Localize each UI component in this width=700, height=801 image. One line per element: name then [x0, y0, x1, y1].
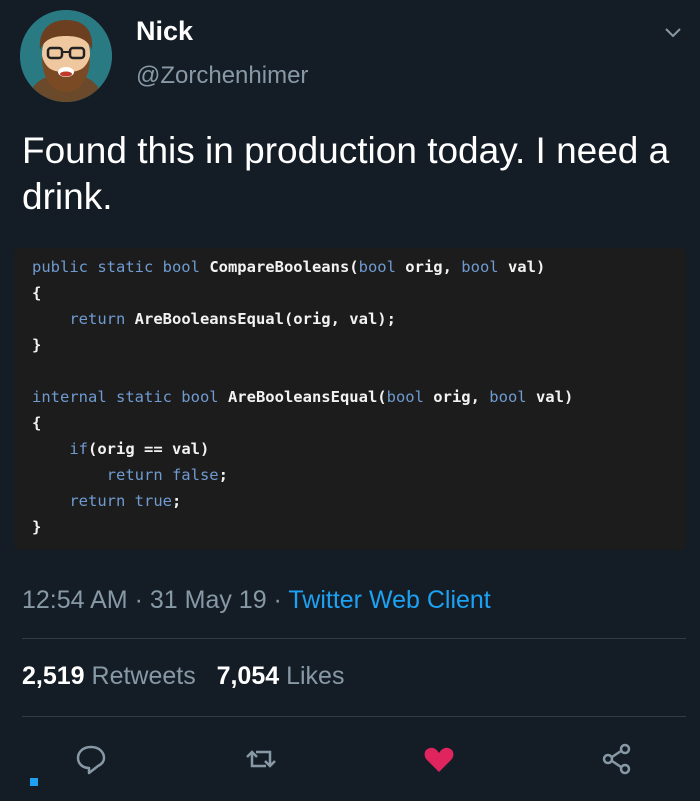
code-token: {	[32, 284, 42, 302]
likes-label: Likes	[286, 662, 345, 690]
avatar[interactable]	[20, 10, 112, 102]
code-token: val)	[535, 388, 574, 406]
retweet-icon[interactable]	[244, 742, 278, 776]
code-token: }	[32, 518, 42, 536]
tweet-time[interactable]: 12:54 AM	[22, 586, 128, 614]
author-handle[interactable]: @Zorchenhimer	[136, 62, 308, 90]
cartoon-bearded-man-avatar-icon	[20, 10, 112, 102]
tweet-stats: 2,519 Retweets 7,054 Likes	[22, 662, 344, 691]
status-indicator	[30, 778, 38, 786]
tweet-meta: 12:54 AM · 31 May 19 · Twitter Web Clien…	[22, 586, 491, 615]
code-token: ;	[218, 466, 228, 484]
tweet-text: Found this in production today. I need a…	[22, 130, 670, 217]
code-token: ;	[171, 492, 182, 510]
code-token: return	[69, 310, 135, 328]
code-screenshot: public static bool CompareBooleans(bool …	[14, 248, 686, 550]
tweet-date[interactable]: 31 May 19	[150, 586, 267, 614]
share-icon[interactable]	[600, 742, 634, 776]
code-line: {	[32, 284, 41, 302]
code-token: AreBooleansEqual(	[227, 388, 387, 406]
code-line: internal static bool AreBooleansEqual(bo…	[32, 388, 573, 406]
code-token: {	[32, 414, 42, 432]
heart-icon[interactable]	[422, 742, 456, 776]
code-token: bool	[386, 388, 434, 406]
code-token: AreBooleansEqual(orig, val);	[134, 310, 396, 328]
code-token: return true	[69, 492, 172, 510]
tweet-client-link[interactable]: Twitter Web Client	[288, 586, 490, 614]
code-token: CompareBooleans(	[209, 258, 359, 276]
code-token: bool	[461, 258, 508, 276]
code-line: if(orig == val)	[32, 440, 209, 458]
code-line: }	[32, 336, 41, 354]
retweets-stat[interactable]: 2,519 Retweets	[22, 662, 196, 690]
code-line: }	[32, 518, 41, 536]
likes-stat[interactable]: 7,054 Likes	[217, 662, 345, 690]
chevron-down-icon[interactable]	[664, 26, 682, 40]
divider	[22, 716, 686, 717]
code-token: orig,	[405, 258, 462, 276]
reply-icon[interactable]	[74, 742, 108, 776]
code-line: return AreBooleansEqual(orig, val);	[32, 310, 396, 328]
code-token: public static bool	[32, 258, 210, 276]
code-line: {	[32, 414, 41, 432]
code-token: (orig == val)	[88, 440, 210, 458]
code-token: }	[32, 336, 42, 354]
meta-separator: ·	[266, 586, 289, 614]
divider	[22, 638, 686, 639]
likes-count: 7,054	[216, 662, 280, 690]
code-token: orig,	[433, 388, 490, 406]
code-line: return false;	[32, 466, 228, 484]
code-token: if	[69, 440, 88, 458]
author-name[interactable]: Nick	[136, 16, 193, 47]
code-line: public static bool CompareBooleans(bool …	[32, 258, 545, 276]
tweet-page: Nick @Zorchenhimer Found this in product…	[0, 0, 700, 801]
code-line: return true;	[32, 492, 181, 510]
code-token: return false	[106, 466, 219, 484]
meta-separator: ·	[127, 586, 150, 614]
code-token: bool	[358, 258, 406, 276]
code-token: bool	[489, 388, 536, 406]
code-token: val)	[507, 258, 546, 276]
code-token: internal static bool	[32, 388, 228, 406]
retweets-label: Retweets	[91, 662, 196, 690]
retweets-count: 2,519	[22, 662, 85, 690]
